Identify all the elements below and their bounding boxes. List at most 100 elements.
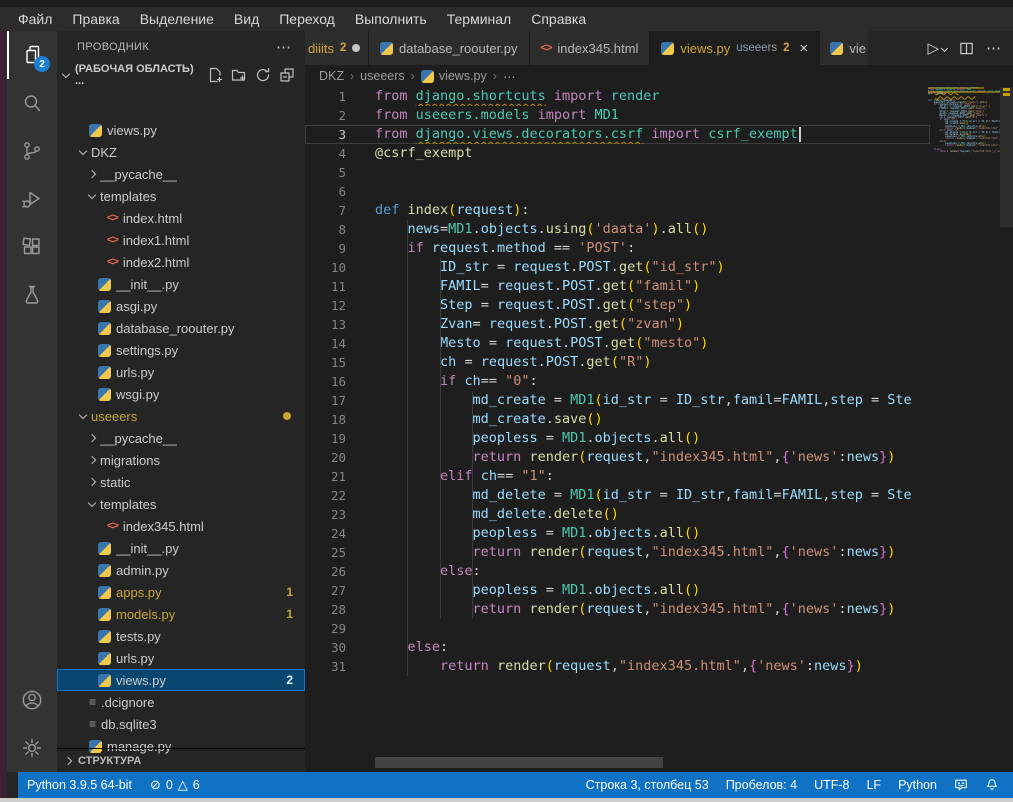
tree-file-asgi.py[interactable]: asgi.py: [57, 295, 305, 317]
close-icon[interactable]: ×: [800, 40, 809, 57]
status-encoding[interactable]: UTF-8: [814, 778, 849, 792]
code-line[interactable]: 4@csrf_exempt: [305, 144, 930, 163]
more-actions-button[interactable]: ⋯: [986, 39, 1001, 57]
tree-file-__init__.py[interactable]: __init__.py: [57, 273, 305, 295]
tree-file-__init__.py[interactable]: __init__.py: [57, 537, 305, 559]
status-language[interactable]: Python: [898, 778, 937, 792]
breadcrumb-item[interactable]: ⋯: [503, 69, 516, 84]
tree-file-db.sqlite3[interactable]: ≡db.sqlite3: [57, 713, 305, 735]
menu-item[interactable]: Выделение: [130, 7, 224, 31]
code-line[interactable]: 2from useeers.models import MD1: [305, 106, 930, 125]
workspace-section-header[interactable]: (РАБОЧАЯ ОБЛАСТЬ) ...: [57, 63, 305, 87]
code-line[interactable]: 16 if ch== "0":: [305, 372, 930, 391]
menu-item[interactable]: Файл: [8, 7, 62, 31]
tree-folder-static[interactable]: static: [57, 471, 305, 493]
code-line[interactable]: 23 md_delete.delete(): [305, 505, 930, 524]
status-problems[interactable]: ⊘0△6: [150, 778, 200, 793]
menu-item[interactable]: Правка: [62, 7, 129, 31]
tree-file-.dcignore[interactable]: ≡.dcignore: [57, 691, 305, 713]
code-line[interactable]: 5: [305, 163, 930, 182]
views-and-more-actions-icon[interactable]: ⋯: [276, 38, 291, 56]
code-line[interactable]: 22 md_delete = MD1(id_str = ID_str,famil…: [305, 486, 930, 505]
activity-search[interactable]: [7, 79, 57, 127]
breadcrumb-item[interactable]: views.py: [421, 69, 487, 83]
menu-item[interactable]: Переход: [269, 7, 345, 31]
tab-views.py[interactable]: views.pyuseeers2×: [650, 31, 820, 65]
code-line[interactable]: 29: [305, 619, 930, 638]
status-cursor-position[interactable]: Строка 3, столбец 53: [586, 778, 709, 792]
code-line[interactable]: 17 md_create = MD1(id_str = ID_str,famil…: [305, 391, 930, 410]
tree-folder-templates[interactable]: templates: [57, 185, 305, 207]
activity-source-control[interactable]: [7, 127, 57, 175]
tree-file-settings.py[interactable]: settings.py: [57, 339, 305, 361]
split-editor-button[interactable]: [959, 41, 974, 56]
tree-folder-templates[interactable]: templates: [57, 493, 305, 515]
code-line[interactable]: 12 Step = request.POST.get("step"): [305, 296, 930, 315]
outline-section-header[interactable]: СТРУКТУРА: [57, 748, 305, 772]
code-line[interactable]: 31 return render(request,"index345.html"…: [305, 657, 930, 676]
code-line[interactable]: 27 peopless = MD1.objects.all(): [305, 581, 930, 600]
tab-vie[interactable]: vie: [820, 31, 868, 65]
tree-file-index345.html[interactable]: <>index345.html: [57, 515, 305, 537]
code-line[interactable]: 13 Zvan= request.POST.get("zvan"): [305, 315, 930, 334]
tree-file-index.html[interactable]: <>index.html: [57, 207, 305, 229]
status-feedback[interactable]: [954, 778, 968, 792]
activity-settings[interactable]: [7, 724, 57, 772]
new-file-button[interactable]: [207, 67, 223, 83]
tree-file-urls.py[interactable]: urls.py: [57, 361, 305, 383]
refresh-explorer-button[interactable]: [255, 67, 271, 83]
code-line[interactable]: 21 elif ch== "1":: [305, 467, 930, 486]
code-line[interactable]: 11 FAMIL= request.POST.get("famil"): [305, 277, 930, 296]
collapse-folders-button[interactable]: [279, 67, 295, 83]
tree-file-views.py[interactable]: views.py: [57, 119, 305, 141]
tree-folder-__pycache__[interactable]: __pycache__: [57, 163, 305, 185]
menu-item[interactable]: Выполнить: [345, 7, 437, 31]
activity-testing[interactable]: [7, 271, 57, 319]
activity-run-debug[interactable]: [7, 175, 57, 223]
tree-file-admin.py[interactable]: admin.py: [57, 559, 305, 581]
tree-folder-DKZ[interactable]: DKZ: [57, 141, 305, 163]
tree-folder-__pycache__[interactable]: __pycache__: [57, 427, 305, 449]
new-folder-button[interactable]: [231, 67, 247, 83]
code-line[interactable]: 25 return render(request,"index345.html"…: [305, 543, 930, 562]
code-line[interactable]: 1from django.shortcuts import render: [305, 87, 930, 106]
horizontal-scrollbar[interactable]: [375, 757, 663, 768]
minimap[interactable]: from django.shortcuts import renderfrom …: [928, 87, 1000, 207]
tab-index345.html[interactable]: <>index345.html: [530, 31, 651, 65]
tree-folder-useeers[interactable]: useeers: [57, 405, 305, 427]
breadcrumb-item[interactable]: useeers: [360, 69, 404, 83]
code-line[interactable]: 28 return render(request,"index345.html"…: [305, 600, 930, 619]
tree-file-tests.py[interactable]: tests.py: [57, 625, 305, 647]
tree-file-database_roouter.py[interactable]: database_roouter.py: [57, 317, 305, 339]
menu-item[interactable]: Справка: [521, 7, 596, 31]
code-line[interactable]: 9 if request.method == 'POST':: [305, 239, 930, 258]
tree-file-index2.html[interactable]: <>index2.html: [57, 251, 305, 273]
status-python-version[interactable]: Python 3.9.5 64-bit: [27, 778, 132, 792]
menu-item[interactable]: Вид: [224, 7, 269, 31]
code-line[interactable]: 14 Mesto = request.POST.get("mesto"): [305, 334, 930, 353]
activity-extensions[interactable]: [7, 223, 57, 271]
code-line[interactable]: 20 return render(request,"index345.html"…: [305, 448, 930, 467]
code-line[interactable]: 3from django.views.decorators.csrf impor…: [305, 125, 930, 144]
tree-file-models.py[interactable]: models.py1: [57, 603, 305, 625]
code-line[interactable]: 15 ch = request.POST.get("R"): [305, 353, 930, 372]
code-line[interactable]: 19 peopless = MD1.objects.all(): [305, 429, 930, 448]
tree-file-urls.py[interactable]: urls.py: [57, 647, 305, 669]
code-line[interactable]: 30 else:: [305, 638, 930, 657]
code-line[interactable]: 26 else:: [305, 562, 930, 581]
tree-file-index1.html[interactable]: <>index1.html: [57, 229, 305, 251]
activity-accounts[interactable]: [7, 676, 57, 724]
vertical-scrollbar[interactable]: [1000, 87, 1013, 227]
code-line[interactable]: 6: [305, 182, 930, 201]
tab-database_roouter.py[interactable]: database_roouter.py: [369, 31, 530, 65]
tree-file-wsgi.py[interactable]: wsgi.py: [57, 383, 305, 405]
status-eol[interactable]: LF: [866, 778, 881, 792]
tree-file-views.py[interactable]: views.py2: [57, 669, 305, 691]
code-line[interactable]: 24 peopless = MD1.objects.all(): [305, 524, 930, 543]
code-line[interactable]: 10 ID_str = request.POST.get("id_str"): [305, 258, 930, 277]
code-editor[interactable]: 1from django.shortcuts import render2fro…: [305, 87, 930, 707]
tree-file-apps.py[interactable]: apps.py1: [57, 581, 305, 603]
tree-folder-migrations[interactable]: migrations: [57, 449, 305, 471]
menu-item[interactable]: Терминал: [437, 7, 521, 31]
status-indentation[interactable]: Пробелов: 4: [726, 778, 797, 792]
